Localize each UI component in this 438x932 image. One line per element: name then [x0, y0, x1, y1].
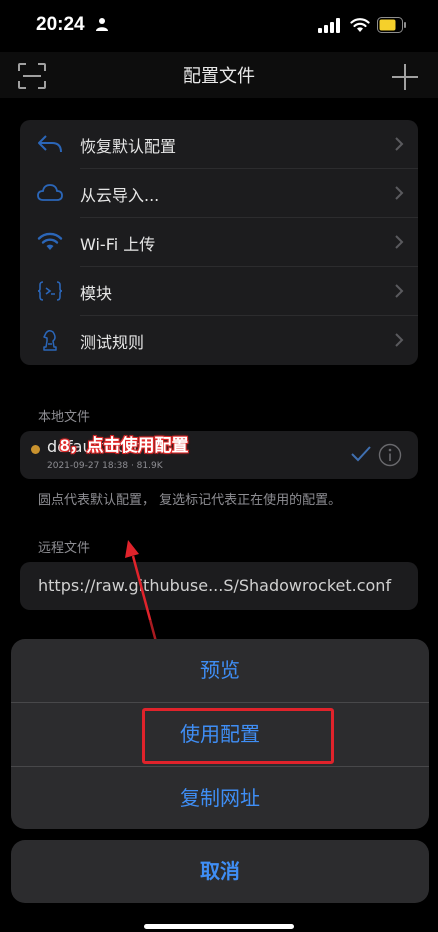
cancel-button[interactable]: 取消: [11, 840, 429, 903]
chevron-right-icon: [395, 284, 404, 298]
chevron-right-icon: [395, 137, 404, 151]
chevron-right-icon: [395, 333, 404, 347]
cloud-icon: [37, 184, 63, 201]
menu-item-label: 模块: [80, 284, 113, 303]
menu-item-wifi-upload[interactable]: Wi-Fi 上传: [20, 218, 418, 267]
file-meta: 2021-09-27 18:38 · 81.9K: [47, 461, 163, 471]
preview-button[interactable]: 预览: [11, 639, 429, 702]
menu-item-label: 从云导入...: [80, 186, 160, 205]
page-title: 配置文件: [183, 66, 255, 87]
module-icon: [37, 281, 63, 301]
status-bar: 20:24: [0, 0, 438, 52]
checkmark-icon: [351, 446, 371, 462]
menu-item-import-cloud[interactable]: 从云导入...: [20, 169, 418, 218]
signal-icon: [318, 18, 340, 33]
menu-item-label: 测试规则: [80, 333, 145, 352]
remote-url: https://raw.githubuse...S/Shadowrocket.c…: [38, 576, 392, 595]
menu-item-label: Wi-Fi 上传: [80, 235, 156, 254]
status-time: 20:24: [36, 14, 85, 35]
add-icon[interactable]: [390, 62, 420, 92]
remote-file-row[interactable]: https://raw.githubuse...S/Shadowrocket.c…: [20, 562, 418, 610]
local-section-label: 本地文件: [38, 410, 91, 425]
annotation-label: 8，点击使用配置: [60, 436, 189, 455]
copy-url-button[interactable]: 复制网址: [11, 767, 429, 829]
wifi-status-icon: [350, 18, 370, 32]
menu-item-restore-default[interactable]: 恢复默认配置: [20, 120, 418, 169]
menu-item-label: 恢复默认配置: [80, 137, 177, 156]
home-indicator: [144, 924, 294, 929]
chevron-right-icon: [395, 235, 404, 249]
person-icon: [96, 18, 108, 31]
undo-icon: [38, 135, 62, 153]
default-dot: [31, 445, 40, 454]
battery-icon: [377, 17, 406, 33]
menu-item-module[interactable]: 模块: [20, 267, 418, 316]
nav-bar: 配置文件: [0, 52, 438, 98]
legend-note: 圆点代表默认配置， 复选标记代表正在使用的配置。: [38, 493, 342, 508]
chess-knight-icon: [43, 329, 57, 351]
remote-section-label: 远程文件: [38, 541, 91, 556]
annotation-highlight-box: [142, 708, 334, 764]
info-icon[interactable]: [378, 443, 402, 467]
chevron-right-icon: [395, 186, 404, 200]
wifi-icon: [37, 232, 63, 250]
menu-item-test-rules[interactable]: 测试规则: [20, 316, 418, 365]
menu-group: 恢复默认配置 从云导入... Wi-Fi 上传 模块 测试规则: [20, 120, 418, 365]
